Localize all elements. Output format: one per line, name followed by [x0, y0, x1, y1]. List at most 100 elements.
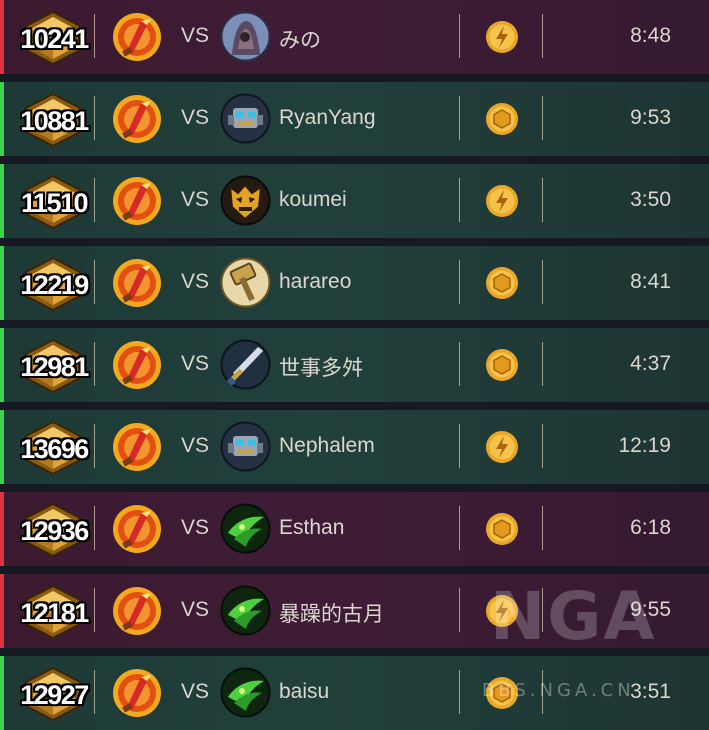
match-row[interactable]: 12936 VS Esthan 6:18: [0, 492, 709, 566]
rank-number: 10881: [20, 106, 89, 136]
match-row[interactable]: 12219 VS harareo 8:41: [0, 246, 709, 320]
coin-mode-icon: [485, 512, 519, 546]
match-duration: 9:55: [630, 598, 671, 621]
match-duration: 4:37: [630, 352, 671, 375]
divider: [94, 178, 95, 222]
rank-number: 12927: [20, 680, 89, 710]
match-duration: 8:41: [630, 270, 671, 293]
rank-badge: 13696: [14, 420, 89, 476]
match-row[interactable]: 12981 VS 世事多舛 4:37: [0, 328, 709, 402]
divider: [94, 588, 95, 632]
player-hero-portrait-icon: [111, 93, 163, 145]
hooded-figure-icon: [220, 11, 271, 62]
match-duration: 9:53: [630, 106, 671, 129]
rank-number: 12936: [20, 516, 89, 546]
divider: [542, 178, 543, 222]
vs-label: VS: [181, 434, 210, 457]
vs-label: VS: [181, 270, 210, 293]
fel-icon: [220, 503, 271, 554]
rank-number: 11510: [20, 188, 89, 218]
match-duration: 12:19: [618, 434, 671, 457]
divider: [94, 424, 95, 468]
match-row[interactable]: 10881 VS RyanYang 9:53: [0, 82, 709, 156]
mech-icon: [220, 421, 271, 472]
rank-number: 10241: [20, 24, 89, 54]
vs-label: VS: [181, 352, 210, 375]
divider: [459, 178, 460, 222]
divider: [459, 342, 460, 386]
vs-label: VS: [181, 598, 210, 621]
opponent-name[interactable]: Nephalem: [279, 434, 375, 458]
divider: [459, 588, 460, 632]
rank-number: 12181: [20, 598, 89, 628]
divider: [94, 96, 95, 140]
vs-label: VS: [181, 24, 210, 47]
opponent-name[interactable]: harareo: [279, 270, 351, 294]
match-row[interactable]: 12927 VS baisu 3:51: [0, 656, 709, 730]
opponent-name[interactable]: 世事多舛: [279, 352, 363, 382]
player-hero-portrait-icon: [111, 339, 163, 391]
player-hero-portrait-icon: [111, 11, 163, 63]
divider: [94, 260, 95, 304]
divider: [459, 260, 460, 304]
hammer-icon: [220, 257, 271, 308]
rank-badge: 12927: [14, 666, 89, 722]
player-hero-portrait-icon: [111, 421, 163, 473]
divider: [94, 670, 95, 714]
rank-badge: 12936: [14, 502, 89, 558]
fel-icon: [220, 667, 271, 718]
match-row[interactable]: 11510 VS koumei 3:50: [0, 164, 709, 238]
coin-mode-icon: [485, 348, 519, 382]
match-duration: 3:50: [630, 188, 671, 211]
player-hero-portrait-icon: [111, 667, 163, 719]
bolt-mode-icon: [485, 184, 519, 218]
sword-icon: [220, 339, 271, 390]
divider: [94, 14, 95, 58]
player-hero-portrait-icon: [111, 585, 163, 637]
fel-icon: [220, 585, 271, 636]
vs-label: VS: [181, 516, 210, 539]
divider: [542, 588, 543, 632]
vs-label: VS: [181, 188, 210, 211]
divider: [542, 424, 543, 468]
rank-badge: 12981: [14, 338, 89, 394]
divider: [542, 260, 543, 304]
divider: [94, 342, 95, 386]
match-row[interactable]: 12181 VS 暴躁的古月 9:55: [0, 574, 709, 648]
coin-mode-icon: [485, 676, 519, 710]
vs-label: VS: [181, 106, 210, 129]
bolt-mode-icon: [485, 20, 519, 54]
mech-icon: [220, 93, 271, 144]
divider: [459, 670, 460, 714]
divider: [542, 14, 543, 58]
opponent-name[interactable]: baisu: [279, 680, 329, 704]
player-hero-portrait-icon: [111, 503, 163, 555]
opponent-name[interactable]: RyanYang: [279, 106, 376, 130]
divider: [94, 506, 95, 550]
rank-badge: 10241: [14, 10, 89, 66]
match-row[interactable]: 10241 VS みの 8:48: [0, 0, 709, 74]
match-row[interactable]: 13696 VS Nephalem 12:19: [0, 410, 709, 484]
opponent-name[interactable]: Esthan: [279, 516, 344, 540]
opponent-name[interactable]: koumei: [279, 188, 347, 212]
rank-badge: 11510: [14, 174, 89, 230]
bolt-mode-icon: [485, 594, 519, 628]
coin-mode-icon: [485, 266, 519, 300]
demon-mask-icon: [220, 175, 271, 226]
opponent-name[interactable]: みの: [279, 24, 321, 54]
divider: [542, 670, 543, 714]
match-duration: 8:48: [630, 24, 671, 47]
divider: [459, 424, 460, 468]
divider: [459, 506, 460, 550]
rank-number: 12981: [20, 352, 89, 382]
player-hero-portrait-icon: [111, 175, 163, 227]
opponent-name[interactable]: 暴躁的古月: [279, 598, 384, 628]
coin-mode-icon: [485, 102, 519, 136]
rank-badge: 12181: [14, 584, 89, 640]
rank-number: 13696: [20, 434, 89, 464]
divider: [542, 96, 543, 140]
rank-badge: 12219: [14, 256, 89, 312]
divider: [459, 96, 460, 140]
match-duration: 6:18: [630, 516, 671, 539]
match-duration: 3:51: [630, 680, 671, 703]
